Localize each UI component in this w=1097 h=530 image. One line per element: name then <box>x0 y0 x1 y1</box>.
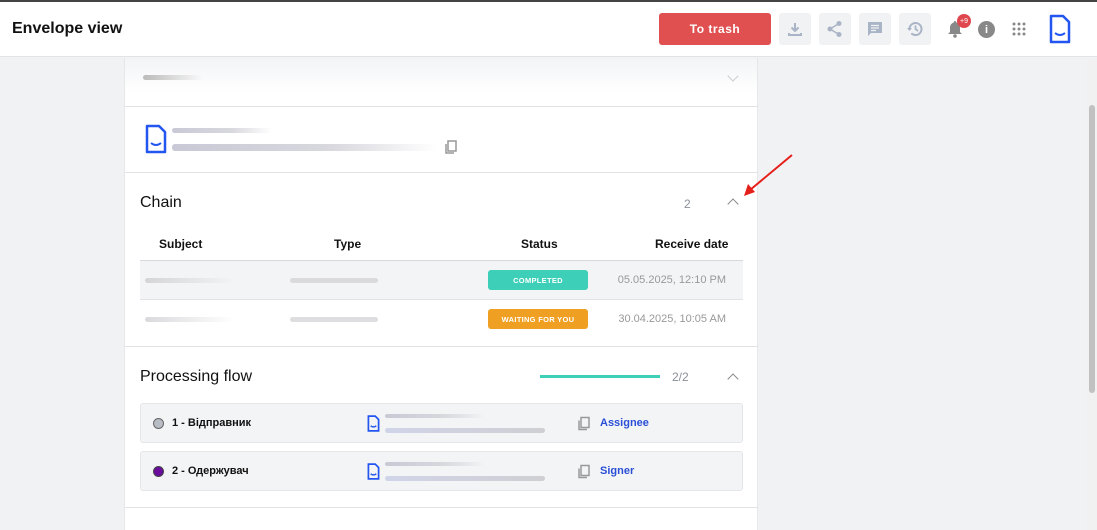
copy-icon[interactable] <box>577 464 591 479</box>
column-subject: Subject <box>159 237 203 251</box>
step-role-link[interactable]: Signer <box>600 465 634 477</box>
receive-date: 05.05.2025, 12:10 PM <box>617 274 726 286</box>
document-id <box>172 144 437 151</box>
column-type: Type <box>334 237 362 251</box>
divider <box>125 346 757 347</box>
document-icon <box>145 124 167 154</box>
step-status-dot <box>153 418 164 429</box>
step-role-link[interactable]: Assignee <box>600 417 649 429</box>
apps-grid-icon <box>1012 22 1026 36</box>
chain-collapse-chevron-icon[interactable] <box>727 198 739 210</box>
share-button[interactable] <box>819 13 851 45</box>
row-type <box>290 278 378 283</box>
document-icon <box>367 463 380 480</box>
flow-collapse-chevron-icon[interactable] <box>727 373 739 385</box>
collapsed-section-title <box>143 75 203 80</box>
to-trash-button[interactable]: To trash <box>659 13 771 45</box>
app-logo[interactable] <box>1048 13 1072 45</box>
status-badge: WAITING FOR YOU <box>488 309 588 329</box>
page-scrollbar[interactable] <box>1087 58 1097 530</box>
apps-grid-button[interactable] <box>1011 21 1027 37</box>
download-icon <box>788 23 802 36</box>
step-user-name <box>385 414 485 418</box>
flow-step: 2 - Одержувач Signer <box>140 451 743 491</box>
history-icon <box>907 22 923 36</box>
copy-icon[interactable] <box>444 140 458 154</box>
collapsed-section[interactable] <box>125 58 757 93</box>
column-status: Status <box>521 237 558 251</box>
table-row[interactable]: COMPLETED 05.05.2025, 12:10 PM <box>140 261 743 300</box>
processing-flow-title: Processing flow <box>140 368 253 385</box>
step-status-dot <box>153 466 164 477</box>
chevron-down-icon[interactable] <box>727 70 739 82</box>
step-name: 1 - Відправник <box>172 417 252 429</box>
step-user-name <box>385 462 485 466</box>
share-icon <box>827 21 842 37</box>
page-title: Envelope view <box>12 20 123 37</box>
flow-progress-fill <box>540 375 660 378</box>
history-button[interactable] <box>899 13 931 45</box>
divider <box>125 106 757 107</box>
divider <box>125 507 757 508</box>
flow-progress-text: 2/2 <box>672 370 689 384</box>
step-name: 2 - Одержувач <box>172 465 249 477</box>
row-subject <box>145 317 235 322</box>
table-row[interactable]: WAITING FOR YOU 30.04.2025, 10:05 AM <box>140 300 743 347</box>
envelope-card: Chain 2 Subject Type Status Receive date… <box>124 58 758 530</box>
notification-badge: +9 <box>957 14 971 28</box>
document-logo-icon <box>1049 14 1071 44</box>
row-subject <box>145 278 235 283</box>
divider <box>125 172 757 173</box>
document-title <box>172 128 272 133</box>
info-icon[interactable]: i <box>978 21 995 38</box>
scrollbar-thumb[interactable] <box>1089 105 1095 393</box>
document-icon <box>367 415 380 432</box>
app-header: Envelope view To trash +9 i <box>0 2 1097 57</box>
comments-button[interactable] <box>859 13 891 45</box>
flow-progress-bar <box>540 375 660 378</box>
status-badge: COMPLETED <box>488 270 588 290</box>
annotation-arrow-icon <box>744 154 793 196</box>
flow-step: 1 - Відправник Assignee <box>140 403 743 443</box>
comment-icon <box>868 22 882 36</box>
step-user-email <box>385 428 545 433</box>
step-user-email <box>385 476 545 481</box>
download-button[interactable] <box>779 13 811 45</box>
chain-title: Chain <box>140 194 182 211</box>
column-receive-date: Receive date <box>655 237 729 251</box>
copy-icon[interactable] <box>577 416 591 431</box>
receive-date: 30.04.2025, 10:05 AM <box>618 313 726 325</box>
row-type <box>290 317 378 322</box>
chain-count: 2 <box>684 197 691 211</box>
